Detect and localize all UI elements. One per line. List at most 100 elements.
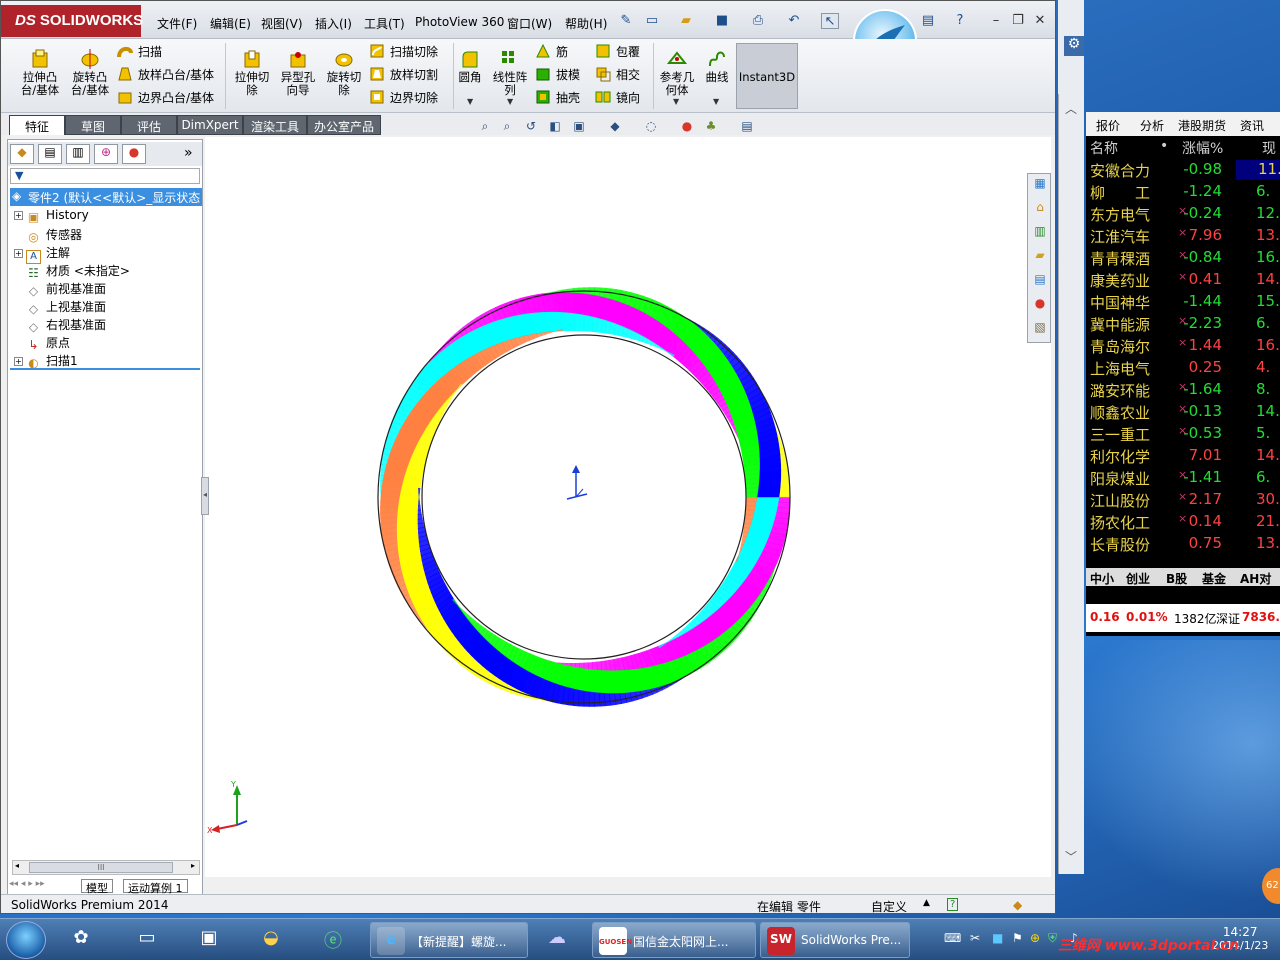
graphics-area[interactable]: Y X ▭ ▯ – ❐ ✕	[205, 137, 1051, 877]
stock-row[interactable]: 青青稞酒 × -0.84 16.	[1086, 248, 1280, 270]
new-document-icon[interactable]: ▭	[643, 13, 661, 29]
scroll-left-icon[interactable]: ◂	[15, 861, 19, 870]
market-tab-ah[interactable]: AH对	[1240, 570, 1271, 587]
menu-file[interactable]: 文件(F)	[157, 15, 197, 32]
menu-edit[interactable]: 编辑(E)	[210, 15, 251, 32]
custom-properties-icon[interactable]: ▧	[1031, 320, 1049, 338]
pin-icon[interactable]: ✎	[617, 13, 635, 29]
tree-item-origin[interactable]: +↳原点	[14, 334, 70, 352]
tab-nav-icon[interactable]: ◂◂ ◂ ▸ ▸▸	[9, 879, 45, 889]
task-forum[interactable]: e 【新提醒】螺旋...	[370, 922, 528, 958]
view-settings-icon[interactable]: ▤	[739, 119, 755, 135]
intersect-button[interactable]: 相交	[595, 66, 640, 83]
stock-tab-hk[interactable]: 港股期货	[1178, 117, 1226, 134]
tools-icon[interactable]: ✂	[970, 931, 980, 945]
cloud-icon[interactable]: ☁	[534, 923, 580, 957]
stock-row[interactable]: 中国神华 -1.44 15.	[1086, 292, 1280, 314]
select-arrow-icon[interactable]: ↖	[821, 13, 839, 29]
display-manager-tab-icon[interactable]: ●	[122, 144, 146, 164]
rib-button[interactable]: 筋	[535, 43, 568, 60]
tree-item-annotations[interactable]: + A 注解	[14, 244, 70, 264]
stock-row[interactable]: 东方电气 × -0.24 12.	[1086, 204, 1280, 226]
pattern-dropdown-icon[interactable]: ▼	[507, 97, 513, 106]
tree-item-top-plane[interactable]: +◇上视基准面	[14, 298, 106, 316]
previous-view-icon[interactable]: ↺	[523, 119, 539, 135]
panel-expand-icon[interactable]: »	[184, 145, 193, 161]
desktop-icon[interactable]: ▭	[124, 923, 170, 957]
menu-tools[interactable]: 工具(T)	[364, 15, 405, 32]
property-manager-tab-icon[interactable]: ▤	[38, 144, 62, 164]
boundary-cut-button[interactable]: 边界切除	[369, 89, 438, 106]
scroll-right-icon[interactable]: ▸	[191, 861, 195, 870]
flag-icon[interactable]: ⚑	[1012, 931, 1023, 945]
undo-icon[interactable]: ↶	[785, 13, 803, 29]
tab-dimxpert[interactable]: DimXpert	[177, 115, 243, 135]
stock-row[interactable]: 上海电气 0.25 4.	[1086, 358, 1280, 380]
stock-row[interactable]: 安徽合力 -0.98 11.	[1086, 160, 1280, 182]
stock-row[interactable]: 潞安环能 × -1.64 8.	[1086, 380, 1280, 402]
task-solidworks[interactable]: SW SolidWorks Pre...	[760, 922, 910, 958]
stock-row[interactable]: 三一重工 × -0.53 5.	[1086, 424, 1280, 446]
file-explorer-icon[interactable]: ▰	[1031, 248, 1049, 266]
network-icon[interactable]: ■	[992, 931, 1003, 945]
task-guosen[interactable]: GUOSEN 国信金太阳网上...	[592, 922, 756, 958]
shell-button[interactable]: 抽壳	[535, 89, 580, 106]
stock-row[interactable]: 利尔化学 7.01 14.	[1086, 446, 1280, 468]
tab-evaluate[interactable]: 评估	[121, 115, 177, 135]
fillet-button[interactable]: 圆角	[455, 49, 485, 84]
status-help-icon[interactable]: ?	[947, 898, 959, 911]
tab-motion-study[interactable]: 运动算例 1	[123, 879, 188, 895]
sweep-button[interactable]: 扫描	[117, 43, 162, 60]
boundary-boss-button[interactable]: 边界凸台/基体	[117, 89, 214, 106]
tree-root-part[interactable]: ◈ 零件2 (默认<<默认>_显示状态	[10, 188, 202, 206]
wrap-button[interactable]: 包覆	[595, 43, 640, 60]
settings-gear-icon[interactable]: ⚙	[1064, 36, 1084, 56]
design-library-icon[interactable]: ▥	[1031, 224, 1049, 242]
add-icon[interactable]: ⊕	[1030, 931, 1040, 945]
home-icon[interactable]: ⌂	[1031, 200, 1049, 218]
market-tab-sme[interactable]: 中小	[1090, 570, 1114, 587]
remote-desktop-icon[interactable]: ▣	[186, 923, 232, 957]
hole-wizard-button[interactable]: 异型孔 向导	[275, 49, 321, 97]
status-up-icon[interactable]: ▲	[923, 898, 930, 908]
background-vertical-scrollbar[interactable]: ︿ ﹀	[1058, 94, 1084, 874]
horizontal-scrollbar[interactable]: ◂ III ▸	[12, 860, 200, 875]
tree-item-sensors[interactable]: +◎传感器	[14, 226, 82, 244]
dimxpert-manager-tab-icon[interactable]: ⊕	[94, 144, 118, 164]
stock-row[interactable]: 冀中能源 × -2.23 6.	[1086, 314, 1280, 336]
stock-row[interactable]: 柳 工 -1.24 6.	[1086, 182, 1280, 204]
zoom-to-area-icon[interactable]: ⌕	[499, 119, 515, 135]
keyboard-icon[interactable]: ⌨	[944, 931, 961, 945]
stock-tab-analysis[interactable]: 分析	[1140, 117, 1164, 134]
configuration-manager-tab-icon[interactable]: ▥	[66, 144, 90, 164]
menu-help[interactable]: 帮助(H)	[565, 15, 607, 32]
filter-field[interactable]: ▼	[10, 168, 200, 184]
status-custom[interactable]: 自定义	[871, 898, 907, 913]
menu-window[interactable]: 窗口(W)	[507, 15, 552, 32]
close-icon[interactable]: ✕	[1031, 13, 1049, 29]
view-palette-icon[interactable]: ▤	[1031, 272, 1049, 290]
loft-boss-button[interactable]: 放样凸台/基体	[117, 66, 214, 83]
print-icon[interactable]: ⎙	[749, 13, 767, 29]
resources-icon[interactable]: ▦	[1031, 176, 1049, 194]
expand-icon[interactable]: +	[14, 211, 23, 220]
reference-geometry-button[interactable]: 参考几 何体	[655, 49, 699, 97]
shield-icon[interactable]: ⛨	[1048, 931, 1057, 946]
linear-pattern-button[interactable]: 线性阵 列	[489, 49, 531, 97]
status-tag-icon[interactable]: ◆	[1013, 898, 1022, 912]
restore-icon[interactable]: ❐	[1009, 13, 1027, 29]
tab-sketch[interactable]: 草图	[65, 115, 121, 135]
panel-collapse-handle[interactable]: ◂	[201, 477, 209, 515]
menu-photoview[interactable]: PhotoView 360	[415, 15, 504, 29]
feature-manager-tab-icon[interactable]: ◆	[10, 144, 34, 164]
stock-row[interactable]: 顺鑫农业 × -0.13 14.	[1086, 402, 1280, 424]
display-style-icon[interactable]: ◆	[607, 119, 623, 135]
mirror-button[interactable]: 镜向	[595, 89, 640, 106]
stock-row[interactable]: 扬农化工 × 0.14 21.	[1086, 512, 1280, 534]
tree-item-material[interactable]: +☷材质 <未指定>	[14, 262, 130, 280]
view-orientation-icon[interactable]: ▣	[571, 119, 587, 135]
appearance-icon[interactable]: ●	[679, 119, 695, 135]
stock-row[interactable]: 长青股份 0.75 13.	[1086, 534, 1280, 556]
pinned-bird-icon[interactable]: ◒	[248, 923, 294, 957]
tab-features[interactable]: 特征	[9, 115, 65, 135]
